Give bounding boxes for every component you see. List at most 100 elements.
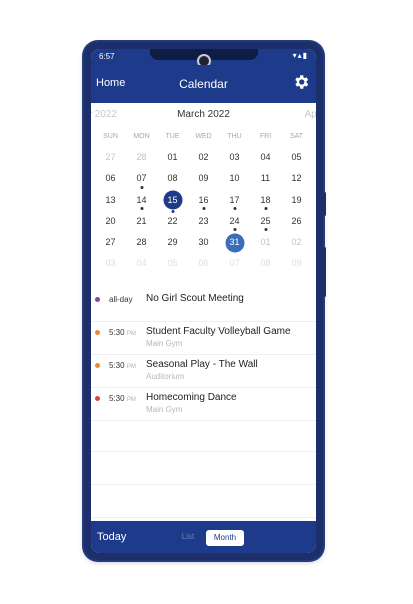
calendar-day[interactable]: 08 <box>252 253 280 274</box>
list-view-tab[interactable]: List <box>173 532 203 541</box>
weekday-header: SUN MON TUE WED THU FRI SAT <box>91 133 316 140</box>
calendar-day[interactable]: 16 <box>190 190 218 211</box>
today-button[interactable]: Today <box>97 531 126 543</box>
divider <box>91 485 316 518</box>
side-button <box>323 192 326 216</box>
calendar-day[interactable]: 06 <box>97 168 125 189</box>
calendar-day[interactable]: 29 <box>159 232 187 253</box>
event-color-dot <box>95 330 100 335</box>
event-dot <box>264 206 267 210</box>
event-dot <box>202 206 205 210</box>
calendar-week: 20 21 22 23 24 25 26 <box>95 211 312 232</box>
calendar-day[interactable]: 10 <box>221 168 249 189</box>
event-time: 5:30 PM <box>109 328 136 337</box>
calendar-day[interactable]: 23 <box>190 211 218 232</box>
empty-list-area <box>91 419 316 518</box>
event-location: Auditorium <box>146 372 185 381</box>
calendar-day[interactable]: 20 <box>97 211 125 232</box>
selected-day[interactable]: 15 <box>159 190 187 213</box>
calendar-day[interactable]: 03 <box>221 147 249 168</box>
event-item[interactable]: 5:30 PM Homecoming Dance Main Gym <box>91 388 316 421</box>
month-view-tab[interactable]: Month <box>206 530 244 546</box>
calendar-day[interactable]: 19 <box>283 190 311 211</box>
calendar-day[interactable]: 05 <box>283 147 311 168</box>
event-location: Main Gym <box>146 405 183 414</box>
weekday-label: FRI <box>259 133 272 140</box>
calendar-week: 06 07 08 09 10 11 12 <box>95 168 312 189</box>
calendar-day[interactable]: 13 <box>97 190 125 211</box>
event-title: Student Faculty Volleyball Game <box>146 326 291 337</box>
calendar-day[interactable]: 07 <box>221 253 249 274</box>
event-color-dot <box>95 297 100 302</box>
weekday-label: MON <box>133 133 150 140</box>
event-title: Seasonal Play - The Wall <box>146 359 258 370</box>
calendar-day[interactable]: 18 <box>252 190 280 211</box>
calendar-day[interactable]: 08 <box>159 168 187 189</box>
event-item[interactable]: 5:30 PM Seasonal Play - The Wall Auditor… <box>91 355 316 388</box>
view-switcher: List Month <box>173 530 245 546</box>
gear-icon[interactable] <box>292 73 310 91</box>
screen: 6:57 ▾▴▮ Home Calendar y 2022 March 2022… <box>91 49 316 553</box>
calendar-day[interactable]: 12 <box>283 168 311 189</box>
next-month[interactable]: Apr <box>304 109 316 120</box>
calendar-day[interactable]: 28 <box>128 232 156 253</box>
weekday-label: SAT <box>289 133 304 140</box>
event-dot <box>233 228 236 232</box>
calendar-day[interactable]: 27 <box>97 147 125 168</box>
divider <box>91 419 316 452</box>
current-month: March 2022 <box>177 109 230 120</box>
event-time: all-day <box>109 295 133 304</box>
event-time: 5:30 PM <box>109 361 136 370</box>
calendar-day[interactable]: 04 <box>252 147 280 168</box>
calendar-day[interactable]: 07 <box>128 168 156 189</box>
side-button <box>323 247 326 297</box>
calendar-grid: 27 28 01 02 03 04 05 06 07 08 09 10 11 1… <box>91 147 316 275</box>
status-icons: ▾▴▮ <box>292 51 308 60</box>
page-title: Calendar <box>179 77 228 91</box>
weekday-label: THU <box>227 133 242 140</box>
calendar-day[interactable]: 24 <box>221 211 249 232</box>
calendar-day[interactable]: 02 <box>283 232 311 253</box>
calendar-day[interactable]: 09 <box>283 253 311 274</box>
event-list: all-day No Girl Scout Meeting 5:30 PM St… <box>91 289 316 421</box>
calendar-day[interactable]: 17 <box>221 190 249 211</box>
calendar-week: 27 28 01 02 03 04 05 <box>95 147 312 168</box>
event-title: Homecoming Dance <box>146 392 237 403</box>
calendar-day[interactable]: 01 <box>252 232 280 253</box>
calendar-week: 03 04 05 06 07 08 09 <box>95 253 312 274</box>
bottom-bar: Today List Month <box>91 521 316 553</box>
event-title: No Girl Scout Meeting <box>146 293 244 304</box>
event-item[interactable]: all-day No Girl Scout Meeting <box>91 289 316 322</box>
calendar-day[interactable]: 27 <box>97 232 125 253</box>
calendar-day[interactable]: 04 <box>128 253 156 274</box>
calendar-day[interactable]: 05 <box>159 253 187 274</box>
event-time: 5:30 PM <box>109 394 136 403</box>
event-dot <box>264 228 267 232</box>
calendar-day[interactable]: 22 <box>159 211 187 232</box>
event-item[interactable]: 5:30 PM Student Faculty Volleyball Game … <box>91 322 316 355</box>
event-dot <box>233 206 236 210</box>
calendar-week: 13 14 15 16 17 18 19 <box>95 190 312 213</box>
calendar-day[interactable]: 21 <box>128 211 156 232</box>
calendar-day[interactable]: 25 <box>252 211 280 232</box>
today-day[interactable]: 31 <box>221 232 249 253</box>
calendar-day[interactable]: 14 <box>128 190 156 211</box>
phone-frame: 6:57 ▾▴▮ Home Calendar y 2022 March 2022… <box>84 42 326 560</box>
nav-bar: Home Calendar <box>91 65 316 103</box>
divider <box>91 452 316 485</box>
calendar-day[interactable]: 11 <box>252 168 280 189</box>
calendar-day[interactable]: 06 <box>190 253 218 274</box>
calendar-day[interactable]: 03 <box>97 253 125 274</box>
calendar-day[interactable]: 26 <box>283 211 311 232</box>
calendar-day[interactable]: 28 <box>128 147 156 168</box>
calendar-day[interactable]: 01 <box>159 147 187 168</box>
calendar-day[interactable]: 02 <box>190 147 218 168</box>
calendar-day[interactable]: 09 <box>190 168 218 189</box>
status-time: 6:57 <box>99 52 115 61</box>
calendar-day[interactable]: 30 <box>190 232 218 253</box>
event-color-dot <box>95 396 100 401</box>
event-dot <box>140 185 143 189</box>
weekday-label: TUE <box>165 133 180 140</box>
weekday-label: SUN <box>103 133 118 140</box>
event-color-dot <box>95 363 100 368</box>
